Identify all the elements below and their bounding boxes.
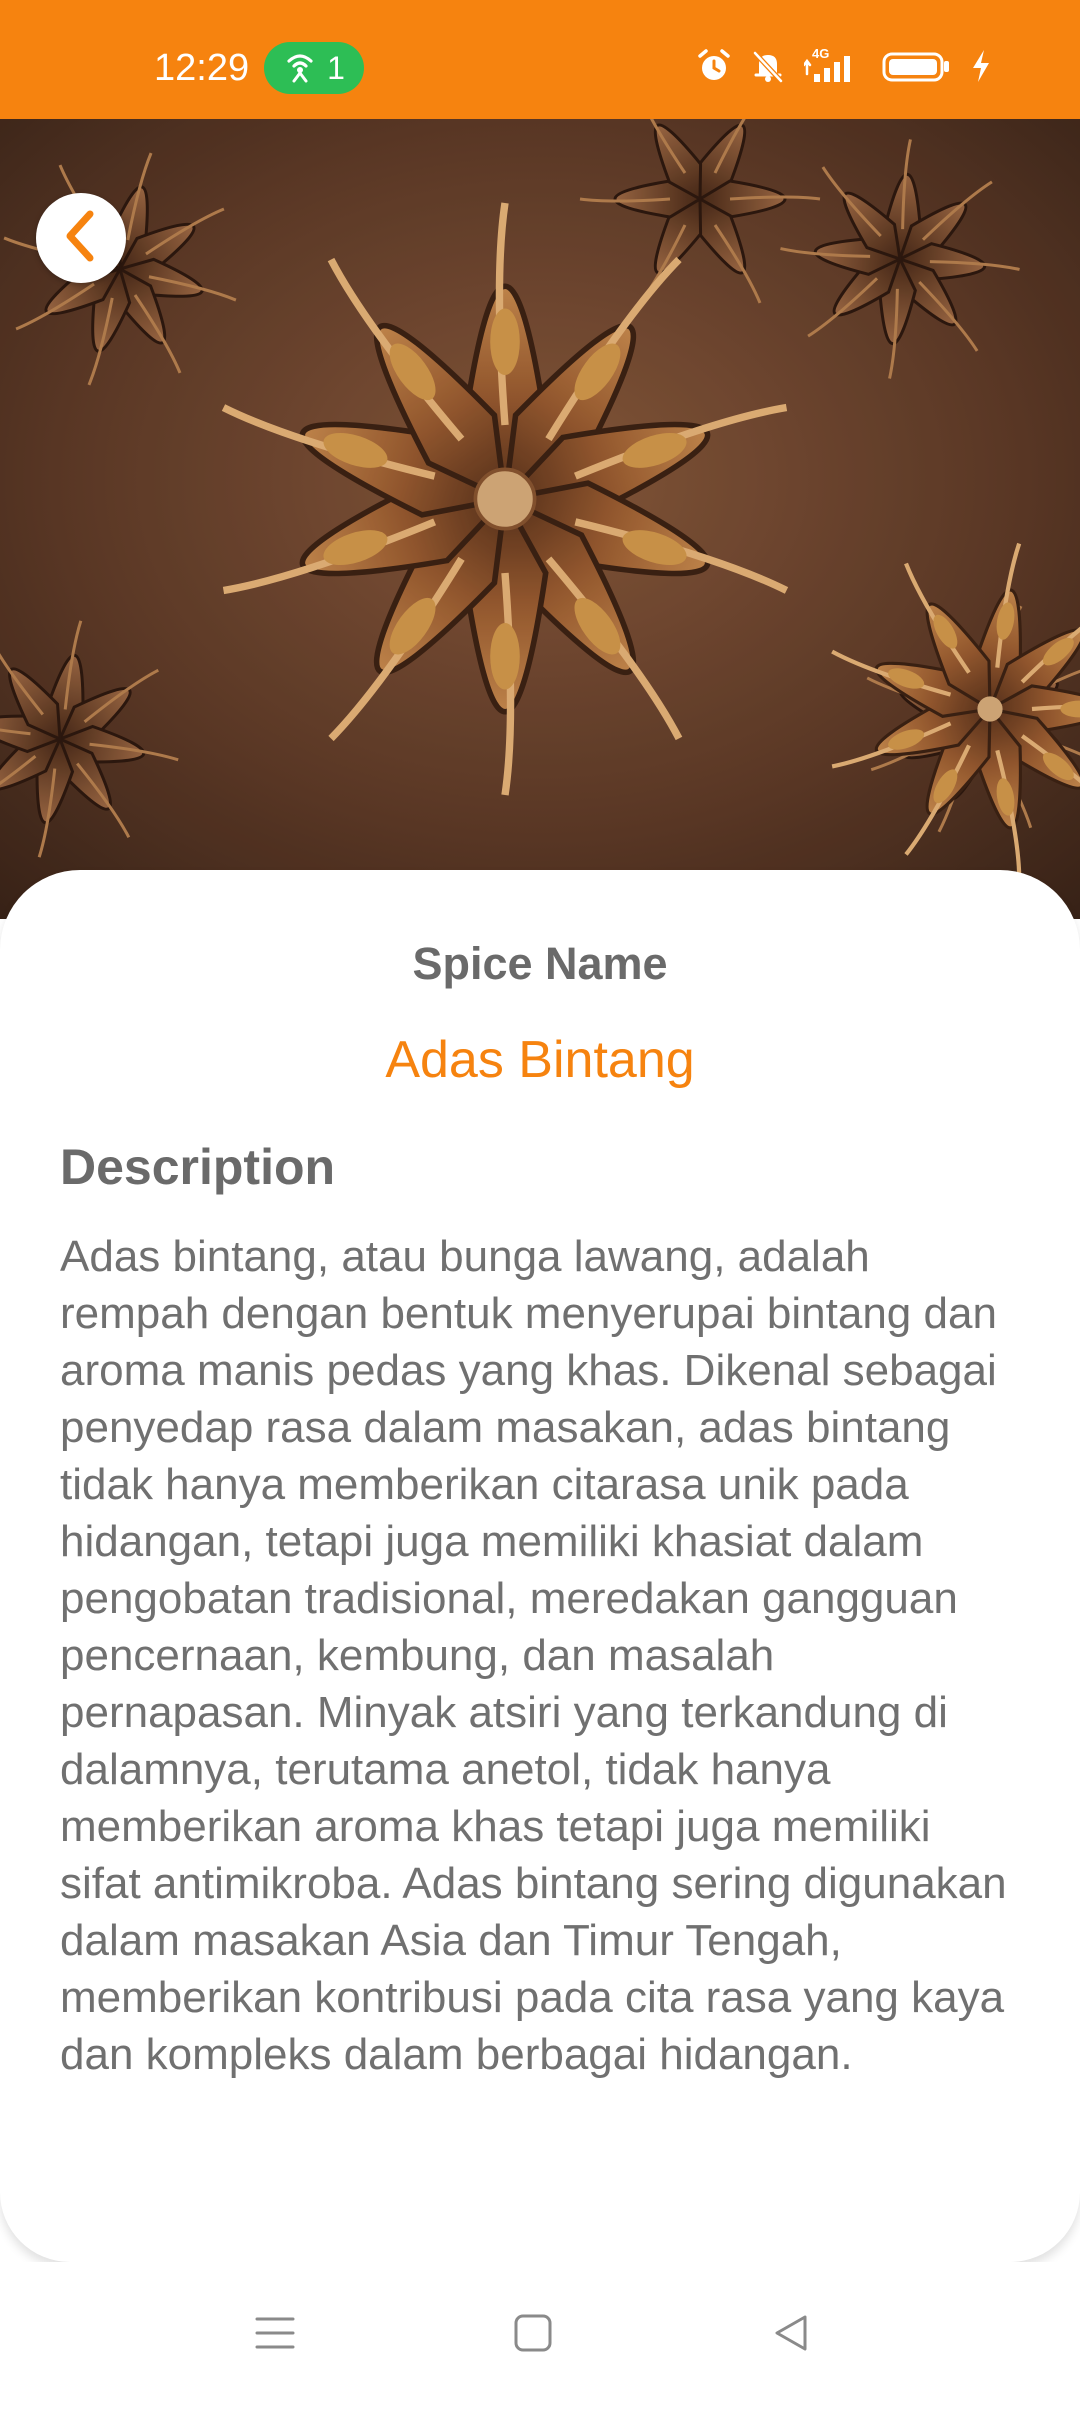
home-square-icon (511, 2311, 555, 2360)
home-button[interactable] (493, 2300, 573, 2370)
spice-name-label: Spice Name (412, 938, 668, 989)
hotspot-count: 1 (327, 50, 345, 86)
back-triangle-icon (769, 2311, 813, 2360)
navigation-bar (0, 2262, 1080, 2412)
charging-icon (970, 48, 992, 89)
detail-card: Spice Name Adas Bintang Description Adas… (0, 870, 1080, 2262)
back-button[interactable] (36, 193, 126, 283)
system-back-button[interactable] (751, 2300, 831, 2370)
description-label: Description (60, 1139, 336, 1195)
battery-icon (882, 48, 952, 89)
status-icons: 4G (696, 46, 992, 90)
hotspot-badge: 1 (264, 42, 364, 94)
spice-detail-screen: 12:29 1 4G Spice Name Adas Bintang Descr… (0, 0, 1080, 2412)
spice-image (0, 119, 1080, 919)
status-time: 12:29 (154, 47, 250, 89)
status-bar: 12:29 1 4G (0, 0, 1080, 119)
alarm-icon (696, 48, 732, 89)
mute-icon (750, 48, 786, 89)
hotspot-icon (283, 49, 317, 88)
chevron-left-icon (56, 206, 106, 271)
description-text: Adas bintang, atau bunga lawang, adalah … (60, 1232, 1007, 2079)
signal-4g-icon: 4G (802, 46, 864, 91)
spice-name-value: Adas Bintang (385, 1031, 695, 1089)
svg-text:4G: 4G (812, 46, 829, 61)
menu-icon (253, 2313, 297, 2358)
recents-button[interactable] (235, 2300, 315, 2370)
